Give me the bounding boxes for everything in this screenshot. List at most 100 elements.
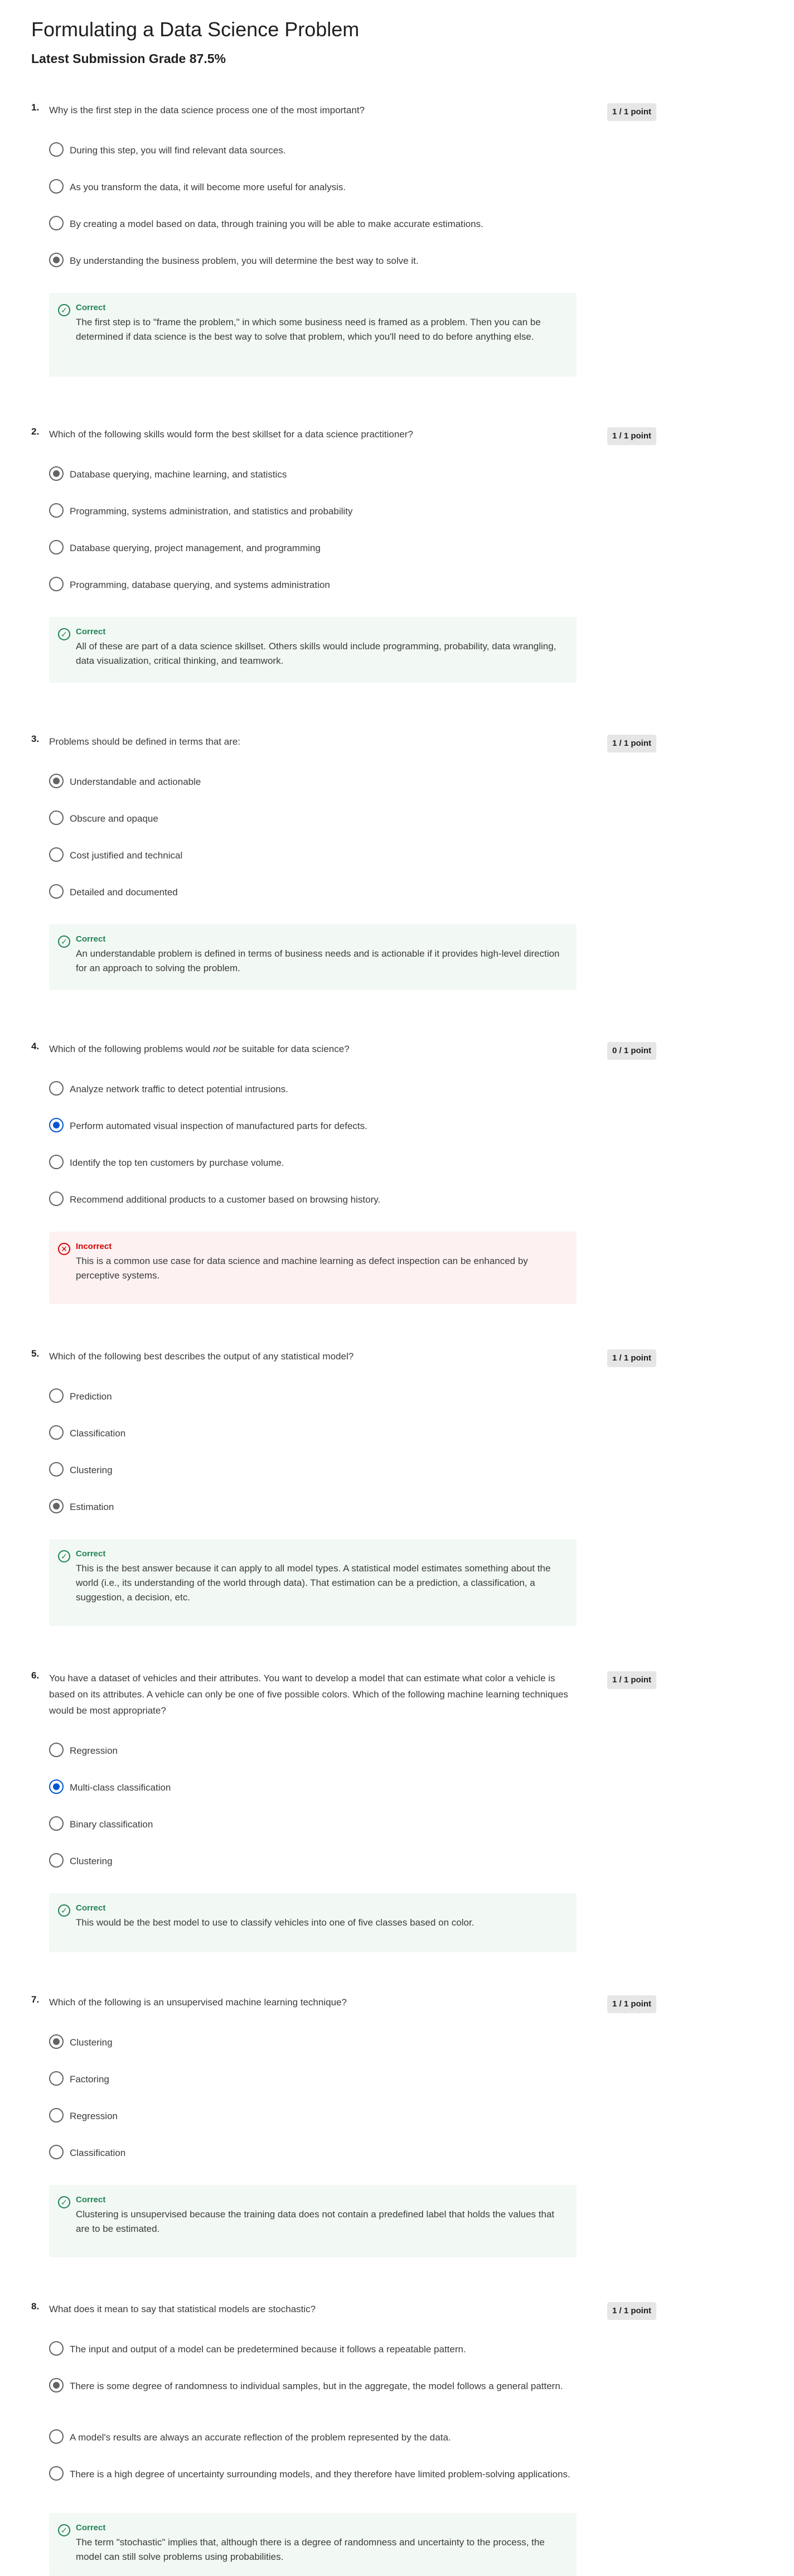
radio-button[interactable] — [49, 811, 64, 825]
feedback-correct: ✓ Correct This is the best answer becaus… — [49, 1539, 577, 1626]
feedback-status: Correct — [76, 627, 106, 636]
option-label: There is a high degree of uncertainty su… — [70, 2469, 570, 2479]
feedback-status: Correct — [76, 1903, 106, 1913]
radio-button[interactable] — [49, 2108, 64, 2122]
points-badge: 1 / 1 point — [607, 2302, 657, 2320]
question-number: 6. — [31, 1670, 40, 1681]
option-label: Classification — [70, 1428, 126, 1439]
radio-button[interactable] — [49, 1816, 64, 1831]
option-label: A model's results are always an accurate… — [70, 2432, 451, 2443]
question-text: Why is the first step in the data scienc… — [49, 105, 365, 115]
feedback-status: Correct — [76, 934, 106, 944]
option-label: The input and output of a model can be p… — [70, 2344, 466, 2355]
option-label: Database querying, machine learning, and… — [70, 469, 287, 480]
radio-button-selected[interactable] — [49, 2034, 64, 2049]
option-label: Identify the top ten customers by purcha… — [70, 1157, 284, 1168]
radio-button[interactable] — [49, 1853, 64, 1868]
question-text: You have a dataset of vehicles and their… — [49, 1673, 568, 1716]
radio-button[interactable] — [49, 2341, 64, 2356]
radio-button-selected[interactable] — [49, 2378, 64, 2392]
radio-button[interactable] — [49, 847, 64, 862]
radio-button[interactable] — [49, 216, 64, 230]
option-label: Analyze network traffic to detect potent… — [70, 1084, 288, 1094]
option-label: Clustering — [70, 1856, 113, 1866]
feedback-correct: ✓ Correct All of these are part of a dat… — [49, 617, 577, 683]
radio-button-selected[interactable] — [49, 1499, 64, 1513]
option-label: Factoring — [70, 2074, 109, 2085]
radio-button[interactable] — [49, 540, 64, 554]
submission-grade: Latest Submission Grade 87.5% — [31, 51, 226, 66]
radio-button[interactable] — [49, 2429, 64, 2444]
radio-button[interactable] — [49, 884, 64, 899]
page-title: Formulating a Data Science Problem — [31, 18, 360, 41]
radio-button[interactable] — [49, 577, 64, 591]
question-number: 7. — [31, 1994, 40, 2005]
radio-button[interactable] — [49, 503, 64, 518]
feedback-correct: ✓ Correct Clustering is unsupervised bec… — [49, 2185, 577, 2257]
radio-button[interactable] — [49, 2145, 64, 2159]
x-circle-icon: ✕ — [58, 1243, 70, 1255]
points-badge: 0 / 1 point — [607, 1042, 657, 1060]
option-label: Multi-class classification — [70, 1782, 171, 1793]
feedback-status: Correct — [76, 1549, 106, 1559]
option-label: As you transform the data, it will becom… — [70, 182, 346, 192]
radio-button-selected[interactable] — [49, 1779, 64, 1794]
check-circle-icon: ✓ — [58, 935, 70, 948]
question-number: 5. — [31, 1348, 40, 1359]
option-label: Estimation — [70, 1502, 114, 1512]
question-text: Problems should be defined in terms that… — [49, 736, 241, 747]
radio-button[interactable] — [49, 1155, 64, 1169]
option-label: Cost justified and technical — [70, 850, 183, 861]
feedback-text: An understandable problem is defined in … — [76, 948, 560, 973]
check-circle-icon: ✓ — [58, 2196, 70, 2208]
option-label: Regression — [70, 1745, 118, 1756]
radio-button[interactable] — [49, 1462, 64, 1477]
option-label: By creating a model based on data, throu… — [70, 219, 483, 229]
feedback-status: Correct — [76, 303, 106, 312]
option-label: During this step, you will find relevant… — [70, 145, 286, 156]
radio-button[interactable] — [49, 142, 64, 157]
question-number: 4. — [31, 1041, 40, 1051]
option-label: Programming, systems administration, and… — [70, 506, 353, 517]
option-label: By understanding the business problem, y… — [70, 255, 419, 266]
radio-button[interactable] — [49, 2071, 64, 2086]
points-badge: 1 / 1 point — [607, 1349, 657, 1367]
feedback-status: Incorrect — [76, 1242, 112, 1251]
check-circle-icon: ✓ — [58, 1550, 70, 1562]
feedback-text: This would be the best model to use to c… — [76, 1917, 475, 1928]
points-badge: 1 / 1 point — [607, 1671, 657, 1689]
question-text: Which of the following is an unsupervise… — [49, 1997, 347, 2008]
feedback-correct: ✓ Correct The first step is to "frame th… — [49, 293, 577, 377]
radio-button-selected[interactable] — [49, 774, 64, 788]
radio-button[interactable] — [49, 1743, 64, 1757]
feedback-correct: ✓ Correct An understandable problem is d… — [49, 924, 577, 990]
feedback-text: The first step is to "frame the problem,… — [76, 317, 541, 342]
question-text: Which of the following problems would no… — [49, 1044, 350, 1054]
radio-button[interactable] — [49, 1191, 64, 1206]
radio-button[interactable] — [49, 2466, 64, 2481]
feedback-text: This is the best answer because it can a… — [76, 1563, 551, 1603]
option-label: Prediction — [70, 1391, 112, 1402]
question-text: Which of the following skills would form… — [49, 429, 413, 440]
option-label: Regression — [70, 2111, 118, 2121]
option-label: Binary classification — [70, 1819, 153, 1830]
option-label: Clustering — [70, 2037, 113, 2048]
radio-button-selected[interactable] — [49, 466, 64, 481]
radio-button-selected[interactable] — [49, 1118, 64, 1132]
feedback-text: Clustering is unsupervised because the t… — [76, 2209, 555, 2234]
option-label: Perform automated visual inspection of m… — [70, 1121, 367, 1131]
radio-button[interactable] — [49, 179, 64, 194]
check-circle-icon: ✓ — [58, 1904, 70, 1917]
option-label: Obscure and opaque — [70, 813, 158, 824]
radio-button[interactable] — [49, 1388, 64, 1403]
feedback-incorrect: ✕ Incorrect This is a common use case fo… — [49, 1232, 577, 1304]
radio-button-selected[interactable] — [49, 253, 64, 267]
feedback-text: The term "stochastic" implies that, alth… — [76, 2537, 545, 2562]
radio-button[interactable] — [49, 1081, 64, 1096]
feedback-status: Correct — [76, 2195, 106, 2204]
option-label: Database querying, project management, a… — [70, 543, 321, 553]
check-circle-icon: ✓ — [58, 628, 70, 640]
radio-button[interactable] — [49, 1425, 64, 1440]
check-circle-icon: ✓ — [58, 304, 70, 316]
option-label: Recommend additional products to a custo… — [70, 1194, 381, 1205]
